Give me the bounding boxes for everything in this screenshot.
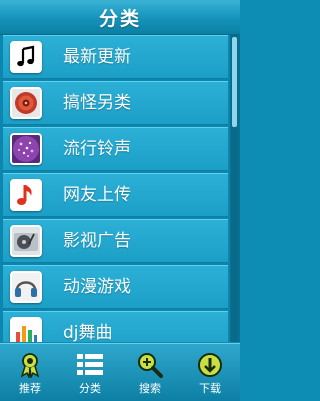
category-item-popular[interactable]: 流行铃声 xyxy=(3,127,228,171)
page-title: 分类 xyxy=(98,7,141,30)
category-label: 最新更新 xyxy=(63,47,131,67)
bottom-tab-bar: 推荐 分类 搜索 下载 xyxy=(0,343,240,401)
scroll-thumb[interactable] xyxy=(232,37,237,127)
category-label: 网友上传 xyxy=(63,185,131,205)
category-list[interactable]: 最新更新 搞怪另类 流行铃声 网友上传 影视广告 动漫游戏 dj舞曲 xyxy=(0,35,240,342)
category-item-film-ads[interactable]: 影视广告 xyxy=(3,219,228,263)
tab-categories[interactable]: 分类 xyxy=(60,344,120,401)
download-icon xyxy=(196,352,224,378)
title-bar: 分类 xyxy=(0,0,240,35)
category-label: 搞怪另类 xyxy=(63,93,131,113)
magnifier-icon xyxy=(136,352,164,378)
category-label: 影视广告 xyxy=(63,231,131,251)
list-scrollbar[interactable] xyxy=(231,35,238,342)
headphones-icon xyxy=(10,271,42,303)
speaker-icon xyxy=(10,87,42,119)
category-label: dj舞曲 xyxy=(63,323,113,342)
category-label: 动漫游戏 xyxy=(63,277,131,297)
turntable-icon xyxy=(10,225,42,257)
sparkle-ball-icon xyxy=(10,133,42,165)
tab-label: 分类 xyxy=(79,382,101,395)
category-item-latest[interactable]: 最新更新 xyxy=(3,35,228,79)
award-ribbon-icon xyxy=(16,352,44,378)
category-item-funny[interactable]: 搞怪另类 xyxy=(3,81,228,125)
category-label: 流行铃声 xyxy=(63,139,131,159)
tab-label: 推荐 xyxy=(19,382,41,395)
tab-label: 搜索 xyxy=(139,382,161,395)
category-item-anime-games[interactable]: 动漫游戏 xyxy=(3,265,228,309)
tab-label: 下载 xyxy=(199,382,221,395)
tab-search[interactable]: 搜索 xyxy=(120,344,180,401)
equalizer-icon xyxy=(10,317,42,342)
category-item-dj-dance[interactable]: dj舞曲 xyxy=(3,311,228,342)
music-note-icon xyxy=(10,41,42,73)
red-music-note-icon xyxy=(10,179,42,211)
category-item-uploads[interactable]: 网友上传 xyxy=(3,173,228,217)
list-icon xyxy=(76,352,104,378)
tab-download[interactable]: 下载 xyxy=(180,344,240,401)
tab-recommend[interactable]: 推荐 xyxy=(0,344,60,401)
